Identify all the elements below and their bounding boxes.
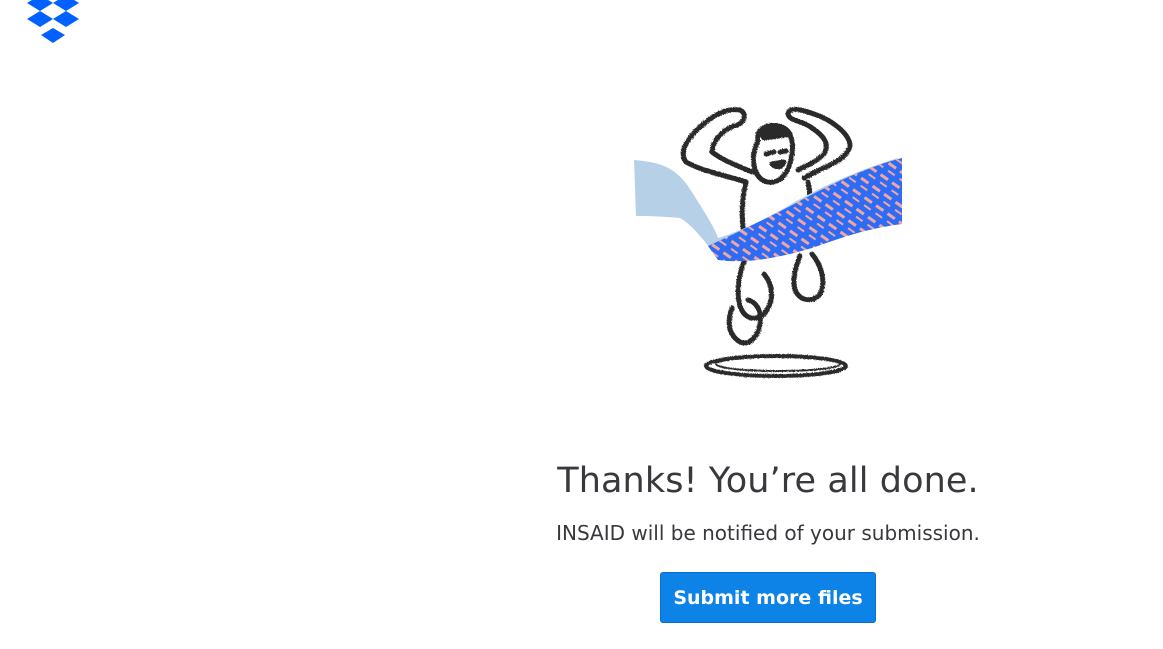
page: Thanks! You’re all done. INSAID will be … [0, 0, 1163, 649]
confirmation-message: INSAID will be notified of your submissi… [556, 521, 980, 545]
submit-more-files-button[interactable]: Submit more files [660, 572, 876, 623]
confirmation-panel: Thanks! You’re all done. INSAID will be … [468, 458, 1068, 623]
confirmation-title: Thanks! You’re all done. [557, 461, 979, 501]
celebration-illustration [634, 106, 902, 378]
dropbox-logo-icon[interactable] [26, 0, 80, 44]
